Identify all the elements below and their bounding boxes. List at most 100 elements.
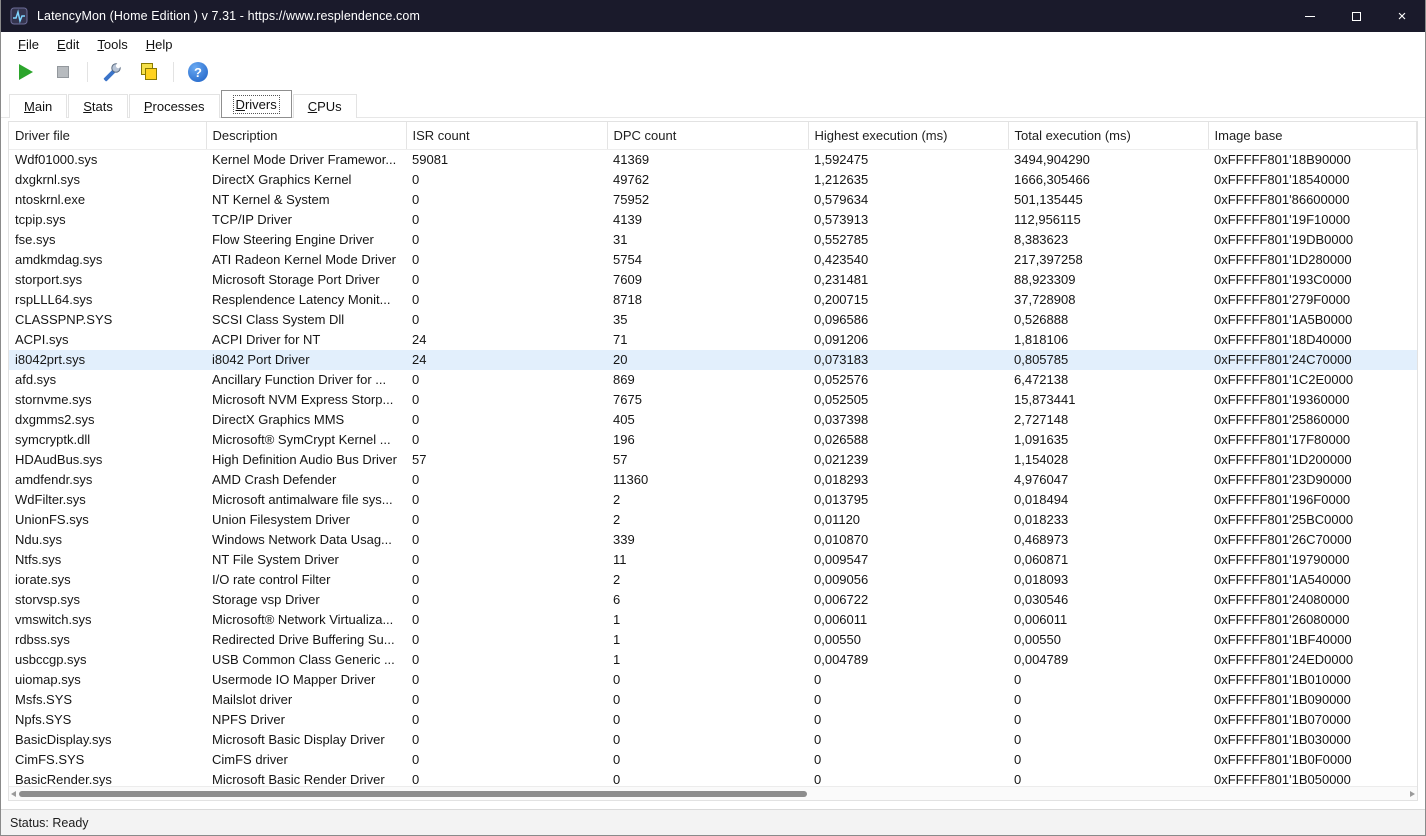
tab-drivers[interactable]: Drivers [220,90,292,118]
column-header-highest-execution[interactable]: Highest execution (ms) [808,122,1009,150]
scroll-right-arrow-icon[interactable] [1410,791,1415,797]
titlebar[interactable]: LatencyMon (Home Edition ) v 7.31 - http… [1,0,1425,32]
table-cell: 0 [412,471,420,487]
table-cell: 0xFFFFF801'279F0000 [1214,291,1351,307]
table-cell: 0xFFFFF801'19F10000 [1214,211,1351,227]
table-row[interactable]: storport.sys Microsoft Storage Port Drive… [9,270,1417,290]
table-cell: 2,727148 [1014,411,1069,427]
table-cell: 0,004789 [814,651,869,667]
table-row[interactable]: storvsp.sys Storage vsp Driver 0 6 0,006722 0… [9,590,1417,610]
menu-help[interactable]: Help [137,34,182,55]
menu-edit[interactable]: Edit [48,34,88,55]
column-header-dpc-count[interactable]: DPC count [607,122,809,150]
table-row[interactable]: Wdf01000.sys Kernel Mode Driver Framewor.… [9,149,1417,170]
table-row[interactable]: iorate.sys I/O rate control Filter 0 2 0,009… [9,570,1417,590]
table-row[interactable]: usbccgp.sys USB Common Class Generic ... 0… [9,650,1417,670]
table-row[interactable]: WdFilter.sys Microsoft antimalware file s… [9,490,1417,510]
start-monitor-button[interactable] [13,59,39,85]
table-cell: 0xFFFFF801'19DB0000 [1214,231,1354,247]
table-cell: 11360 [613,471,649,487]
maximize-button[interactable] [1333,0,1379,32]
table-cell: CimFS driver [212,751,288,767]
table-cell: 0,021239 [814,451,869,467]
column-header-isr-count[interactable]: ISR count [406,122,608,150]
table-cell: 0xFFFFF801'26C70000 [1214,531,1352,547]
table-row[interactable]: symcryptk.dll Microsoft® SymCrypt Kernel … [9,430,1417,450]
menu-file[interactable]: File [9,34,48,55]
table-cell: 0 [412,411,420,427]
table-cell: uiomap.sys [15,671,81,687]
table-row[interactable]: tcpip.sys TCP/IP Driver 0 4139 0,573913 112,9… [9,210,1417,230]
table-cell: ntoskrnl.exe [15,191,86,207]
toolbar-separator [87,62,88,82]
table-cell: 8718 [613,291,642,307]
play-icon [19,64,33,80]
tab-processes-label: Processes [143,99,205,114]
close-button[interactable]: × [1379,0,1425,32]
table-cell: 0 [814,711,822,727]
stop-monitor-button[interactable] [50,59,76,85]
tab-main[interactable]: Main [9,94,68,118]
table-row[interactable]: vmswitch.sys Microsoft® Network Virtualiz… [9,610,1417,630]
options-button[interactable] [99,59,125,85]
table-row[interactable]: BasicDisplay.sys Microsoft Basic Display … [9,730,1417,750]
table-row[interactable]: UnionFS.sys Union Filesystem Driver 0 2 0,01… [9,510,1417,530]
table-row[interactable]: HDAudBus.sys High Definition Audio Bus Dr… [9,450,1417,470]
table-row[interactable]: amdfendr.sys AMD Crash Defender 0 11360 0,01… [9,470,1417,490]
table-row[interactable]: Npfs.SYS NPFS Driver 0 0 0 0 0xFFFFF801'1B0700… [9,710,1417,730]
table-row[interactable]: stornvme.sys Microsoft NVM Express Storp.… [9,390,1417,410]
table-cell: 0,030546 [1014,591,1069,607]
table-cell: SCSI Class System Dll [212,311,345,327]
column-header-description[interactable]: Description [206,122,407,150]
table-cell: Usermode IO Mapper Driver [212,671,376,687]
tab-processes[interactable]: Processes [128,94,220,118]
scroll-left-arrow-icon[interactable] [11,791,16,797]
minimize-icon [1305,15,1315,17]
table-cell: 20 [607,349,808,370]
table-row[interactable]: Ndu.sys Windows Network Data Usag... 0 339 0… [9,530,1417,550]
tab-stats-label: Stats [83,99,113,114]
table-row[interactable]: dxgmms2.sys DirectX Graphics MMS 0 405 0,037… [9,410,1417,430]
table-cell: 71 [613,331,628,347]
table-row[interactable]: CimFS.SYS CimFS driver 0 0 0 0 0xFFFFF801'1B0F… [9,750,1417,770]
table-cell: 0,468973 [1014,531,1069,547]
table-row[interactable]: uiomap.sys Usermode IO Mapper Driver 0 0 0 0 0… [9,670,1417,690]
menu-tools[interactable]: Tools [88,34,136,55]
table-row[interactable]: rspLLL64.sys Resplendence Latency Monit..… [9,290,1417,310]
table-row[interactable]: BasicRender.sys Microsoft Basic Render Dr… [9,770,1417,787]
table-cell: 1,212635 [814,171,869,187]
table-cell: 0,00550 [1014,631,1061,647]
copy-report-button[interactable] [136,59,162,85]
column-header-total-execution[interactable]: Total execution (ms) [1008,122,1209,150]
table-row[interactable]: i8042prt.sys i8042 Port Driver 24 20 0,07318… [9,349,1417,370]
table-row[interactable]: CLASSPNP.SYS SCSI Class System Dll 0 35 0,09… [9,310,1417,330]
table-row[interactable]: dxgkrnl.sys DirectX Graphics Kernel 0 49762… [9,170,1417,190]
minimize-button[interactable] [1287,0,1333,32]
table-cell: 0xFFFFF801'18B90000 [1214,151,1351,167]
column-header-driver-file[interactable]: Driver file [9,122,207,150]
table-row[interactable]: ntoskrnl.exe NT Kernel & System 0 75952 0,57… [9,190,1417,210]
table-row[interactable]: ACPI.sys ACPI Driver for NT 24 71 0,091206 1,… [9,330,1417,350]
table-cell: 0 [1014,691,1022,707]
scrollbar-thumb[interactable] [19,791,808,797]
help-button[interactable]: ? [185,59,211,85]
table-cell: symcryptk.dll [15,431,91,447]
toolbar: ? [1,56,1425,88]
table-row[interactable]: rdbss.sys Redirected Drive Buffering Su..… [9,630,1417,650]
tab-stats[interactable]: Stats [68,94,128,118]
table-cell: 0xFFFFF801'18540000 [1214,171,1350,187]
table-row[interactable]: fse.sys Flow Steering Engine Driver 0 31 0,5… [9,230,1417,250]
driver-table-body: Wdf01000.sys Kernel Mode Driver Framewor.… [9,149,1417,786]
table-row[interactable]: Ntfs.sys NT File System Driver 0 11 0,009547… [9,550,1417,570]
horizontal-scrollbar[interactable] [9,786,1417,800]
table-cell: 0 [412,751,420,767]
column-header-image-base[interactable]: Image base [1208,122,1417,150]
table-row[interactable]: afd.sys Ancillary Function Driver for ...… [9,370,1417,390]
table-cell: High Definition Audio Bus Driver [212,451,397,467]
table-row[interactable]: amdkmdag.sys ATI Radeon Kernel Mode Drive… [9,250,1417,270]
table-cell: Microsoft Basic Display Driver [212,731,385,747]
table-row[interactable]: Msfs.SYS Mailslot driver 0 0 0 0 0xFFFFF801'1B… [9,690,1417,710]
table-cell: 0 [814,771,822,787]
table-cell: 0,009547 [814,551,869,567]
tab-cpus[interactable]: CPUs [292,94,357,118]
